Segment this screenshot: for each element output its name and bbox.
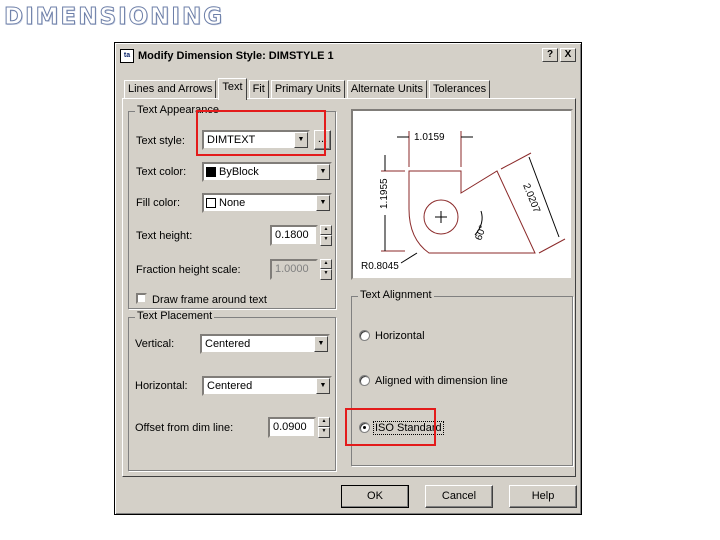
fraction-height-scale-label: Fraction height scale: [136, 264, 241, 276]
chevron-down-icon[interactable]: ▼ [316, 195, 330, 211]
dialog-title: Modify Dimension Style: DIMSTYLE 1 [138, 49, 334, 62]
dim-angle-label: 60° [473, 224, 489, 242]
text-color-select[interactable]: ByBlock ▼ [202, 162, 332, 182]
text-height-input[interactable]: 0.1800 [270, 224, 318, 246]
text-color-value: ByBlock [219, 166, 259, 178]
tab-tolerances[interactable]: Tolerances [428, 80, 491, 99]
aligned-with-dimension-line-radio[interactable] [359, 375, 370, 386]
fill-color-value: None [219, 197, 246, 209]
text-style-highlight [196, 110, 326, 156]
chevron-down-icon[interactable]: ▼ [314, 336, 328, 352]
horizontal-select[interactable]: Centered ▼ [202, 376, 332, 396]
dim-radius-label: R0.8045 [361, 261, 399, 272]
spin-down-icon[interactable]: ▼ [320, 235, 332, 246]
tab-lines-and-arrows[interactable]: Lines and Arrows [124, 80, 217, 99]
color-swatch-icon [206, 167, 216, 177]
help-title-button[interactable]: ? [542, 48, 558, 62]
tab-text[interactable]: Text [218, 78, 247, 100]
tab-strip: Lines and Arrows Text Fit Primary Units … [124, 77, 492, 100]
horizontal-label: Horizontal: [135, 380, 188, 392]
vertical-label: Vertical: [135, 338, 175, 350]
tab-primary-units[interactable]: Primary Units [270, 80, 345, 99]
app-icon: ta [120, 48, 134, 63]
horizontal-radio[interactable] [359, 330, 370, 341]
spin-down-icon: ▼ [320, 269, 332, 280]
vertical-select[interactable]: Centered ▼ [200, 334, 330, 354]
extension-line [538, 238, 566, 254]
text-color-label: Text color: [136, 166, 187, 178]
preview-drawing: 1.0159 1.1955 2.0207 60° R0.8045 [361, 131, 566, 272]
spin-down-icon[interactable]: ▼ [318, 427, 330, 438]
horizontal-radio-label[interactable]: Horizontal [375, 330, 425, 342]
text-height-label: Text height: [136, 230, 193, 242]
spin-up-icon: ▲ [320, 258, 332, 269]
cancel-button[interactable]: Cancel [425, 485, 493, 508]
text-placement-group: Text Placement Vertical: Centered ▼ Hori… [128, 310, 336, 471]
text-style-label: Text style: [136, 135, 185, 147]
fraction-height-scale-input: 1.0000 [270, 258, 318, 280]
vertical-value: Centered [205, 338, 251, 350]
horizontal-value: Centered [207, 380, 253, 392]
offset-from-dim-line-label: Offset from dim line: [135, 422, 234, 434]
fill-color-label: Fill color: [136, 197, 181, 209]
help-button[interactable]: Help [509, 485, 577, 508]
group-label: Text Alignment [358, 289, 434, 301]
close-button[interactable]: X [560, 48, 576, 62]
offset-input[interactable]: 0.0900 [268, 416, 316, 438]
aligned-radio-label[interactable]: Aligned with dimension line [375, 375, 508, 387]
chevron-down-icon[interactable]: ▼ [316, 164, 330, 180]
color-swatch-icon [206, 198, 216, 208]
draw-frame-label: Draw frame around text [152, 294, 267, 306]
fraction-height-scale-spinner: 1.0000 ▲ ▼ [270, 258, 332, 280]
dimension-preview: 1.0159 1.1955 2.0207 60° R0.8045 [351, 109, 573, 280]
chevron-down-icon[interactable]: ▼ [316, 378, 330, 394]
dim-top-label: 1.0159 [414, 132, 445, 143]
fill-color-select[interactable]: None ▼ [202, 193, 332, 213]
group-label: Text Placement [135, 310, 215, 322]
dim-left-label: 1.1955 [379, 178, 390, 209]
ok-button[interactable]: OK [341, 485, 409, 508]
extension-line [500, 152, 532, 170]
draw-frame-checkbox[interactable] [136, 293, 147, 304]
leader-line [400, 252, 418, 264]
dialog-titlebar[interactable]: ta Modify Dimension Style: DIMSTYLE 1 ? … [118, 46, 578, 65]
spin-up-icon[interactable]: ▲ [318, 416, 330, 427]
tab-fit[interactable]: Fit [248, 80, 269, 99]
tab-alternate-units[interactable]: Alternate Units [346, 80, 427, 99]
dim-diag-label: 2.0207 [520, 182, 542, 215]
offset-spinner[interactable]: 0.0900 ▲ ▼ [268, 416, 330, 438]
iso-standard-highlight [345, 408, 436, 446]
slide-title: DIMENSIONING [3, 4, 225, 31]
text-height-spinner[interactable]: 0.1800 ▲ ▼ [270, 224, 332, 246]
spin-up-icon[interactable]: ▲ [320, 224, 332, 235]
part-outline [408, 170, 536, 254]
